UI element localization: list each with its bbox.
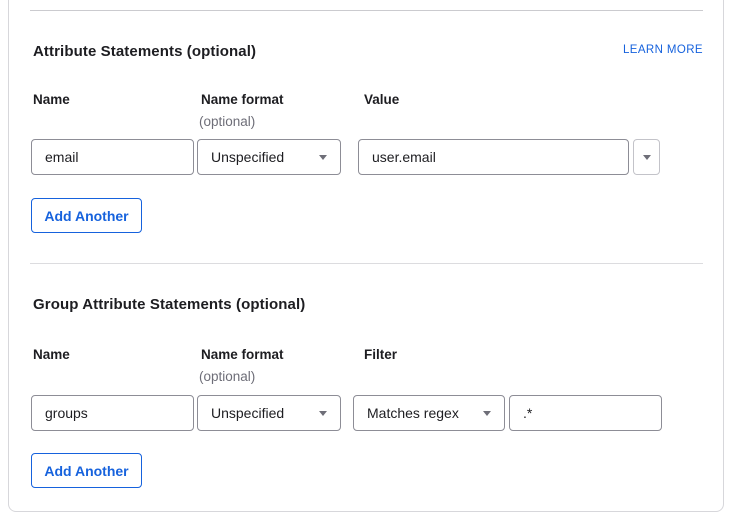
group-name-format-select[interactable]: Unspecified [197, 395, 341, 431]
group-attribute-statements-title: Group Attribute Statements (optional) [33, 296, 305, 313]
settings-card [8, 0, 724, 512]
attr-name-format-select[interactable]: Unspecified [197, 139, 341, 175]
group-col-optional-note: (optional) [199, 369, 255, 384]
attr-col-name-format-label: Name format [201, 92, 284, 107]
attr-col-value-label: Value [364, 92, 399, 107]
group-name-format-value: Unspecified [211, 405, 284, 421]
attribute-statements-title: Attribute Statements (optional) [33, 43, 256, 60]
top-divider [30, 10, 703, 11]
group-col-name-format-label: Name format [201, 347, 284, 362]
group-col-name-label: Name [33, 347, 70, 362]
chevron-down-icon [319, 411, 327, 416]
chevron-down-icon [643, 155, 651, 160]
saml-settings-page: Attribute Statements (optional) LEARN MO… [0, 0, 737, 530]
chevron-down-icon [319, 155, 327, 160]
group-col-filter-label: Filter [364, 347, 397, 362]
attr-add-another-button[interactable]: Add Another [31, 198, 142, 233]
attr-value-input[interactable] [358, 139, 629, 175]
attr-name-input[interactable] [31, 139, 194, 175]
chevron-down-icon [483, 411, 491, 416]
attr-value-dropdown-button[interactable] [633, 139, 660, 175]
attr-col-name-label: Name [33, 92, 70, 107]
attr-col-optional-note: (optional) [199, 114, 255, 129]
section-divider [30, 263, 703, 264]
group-name-input[interactable] [31, 395, 194, 431]
group-add-another-button[interactable]: Add Another [31, 453, 142, 488]
group-filter-type-value: Matches regex [367, 405, 459, 421]
learn-more-link[interactable]: LEARN MORE [623, 44, 703, 56]
attr-name-format-value: Unspecified [211, 149, 284, 165]
group-filter-value-input[interactable] [509, 395, 662, 431]
group-filter-type-select[interactable]: Matches regex [353, 395, 505, 431]
